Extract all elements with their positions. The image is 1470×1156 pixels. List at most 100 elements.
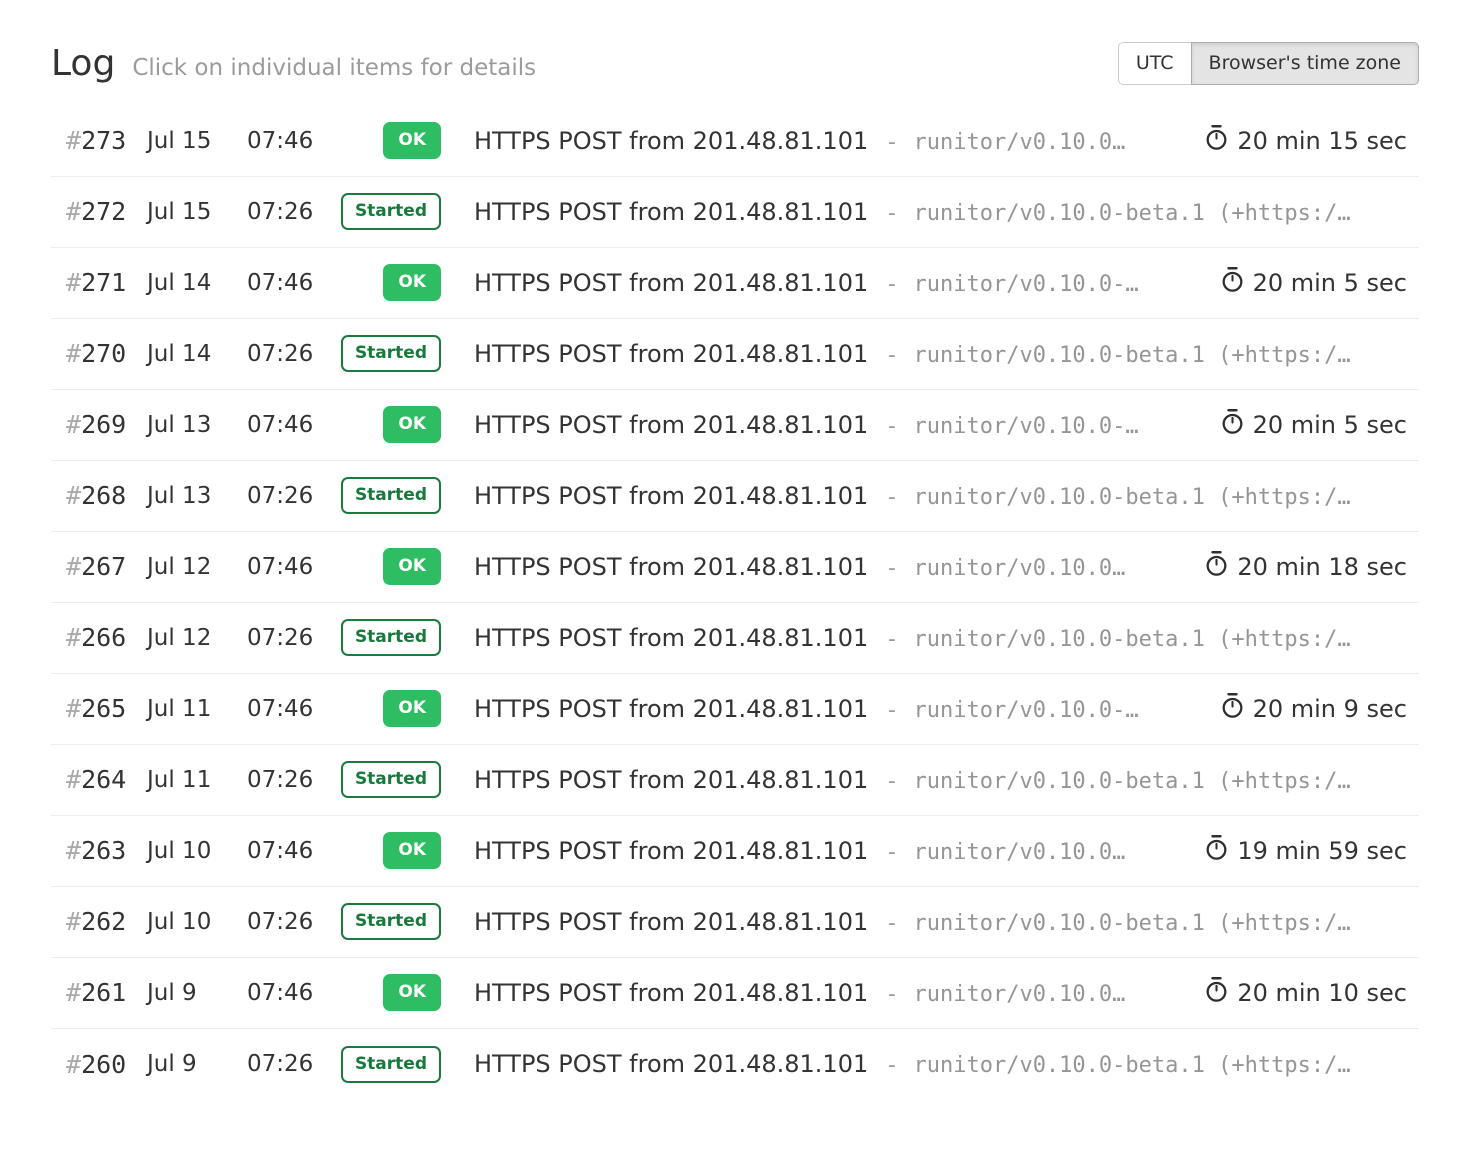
stopwatch-icon <box>1204 550 1229 583</box>
entry-time: 07:26 <box>247 1051 331 1077</box>
log-row[interactable]: #263 Jul 10 07:46 OK HTTPS POST from 201… <box>51 816 1419 887</box>
entry-time: 07:26 <box>247 767 331 793</box>
entry-number: #264 <box>51 765 147 794</box>
description-separator: - <box>885 414 898 439</box>
entry-date: Jul 11 <box>147 696 247 722</box>
badge-cell: Started <box>331 193 441 230</box>
entry-number: #262 <box>51 907 147 936</box>
event-text: HTTPS POST from 201.48.81.101 <box>474 269 868 297</box>
entry-date: Jul 15 <box>147 199 247 225</box>
hash-prefix: # <box>66 623 81 652</box>
entry-number: #269 <box>51 410 147 439</box>
log-row[interactable]: #273 Jul 15 07:46 OK HTTPS POST from 201… <box>51 106 1419 177</box>
title-wrap: Log Click on individual items for detail… <box>51 43 536 84</box>
entry-number-value: 270 <box>81 339 126 368</box>
log-row[interactable]: #266 Jul 12 07:26 Started HTTPS POST fro… <box>51 603 1419 674</box>
log-table: #273 Jul 15 07:46 OK HTTPS POST from 201… <box>51 106 1419 1100</box>
user-agent-text: runitor/v0.10.0-… <box>913 698 1138 723</box>
event-text: HTTPS POST from 201.48.81.101 <box>474 1050 868 1078</box>
entry-number-value: 273 <box>81 126 126 155</box>
hash-prefix: # <box>66 978 81 1007</box>
log-row[interactable]: #267 Jul 12 07:46 OK HTTPS POST from 201… <box>51 532 1419 603</box>
entry-description: HTTPS POST from 201.48.81.101 - runitor/… <box>474 695 1202 723</box>
entry-description: HTTPS POST from 201.48.81.101 - runitor/… <box>474 1050 1419 1078</box>
stopwatch-icon <box>1220 692 1245 725</box>
event-text: HTTPS POST from 201.48.81.101 <box>474 482 868 510</box>
duration-text: 20 min 18 sec <box>1237 553 1407 581</box>
entry-number-value: 267 <box>81 552 126 581</box>
user-agent-text: runitor/v0.10.0-… <box>913 414 1138 439</box>
status-badge: Started <box>341 1046 441 1083</box>
log-row[interactable]: #264 Jul 11 07:26 Started HTTPS POST fro… <box>51 745 1419 816</box>
entry-number-value: 272 <box>81 197 126 226</box>
log-row[interactable]: #270 Jul 14 07:26 Started HTTPS POST fro… <box>51 319 1419 390</box>
event-text: HTTPS POST from 201.48.81.101 <box>474 624 868 652</box>
status-badge: Started <box>341 335 441 372</box>
log-row[interactable]: #272 Jul 15 07:26 Started HTTPS POST fro… <box>51 177 1419 248</box>
entry-number-value: 266 <box>81 623 126 652</box>
entry-number-value: 260 <box>81 1050 126 1079</box>
page-subtitle: Click on individual items for details <box>132 55 536 81</box>
log-row[interactable]: #268 Jul 13 07:26 Started HTTPS POST fro… <box>51 461 1419 532</box>
log-row[interactable]: #269 Jul 13 07:46 OK HTTPS POST from 201… <box>51 390 1419 461</box>
entry-number: #263 <box>51 836 147 865</box>
user-agent-text: runitor/v0.10.0… <box>913 130 1125 155</box>
badge-cell: Started <box>331 761 441 798</box>
hash-prefix: # <box>66 481 81 510</box>
entry-number: #265 <box>51 694 147 723</box>
hash-prefix: # <box>66 907 81 936</box>
hash-prefix: # <box>66 268 81 297</box>
log-row[interactable]: #262 Jul 10 07:26 Started HTTPS POST fro… <box>51 887 1419 958</box>
browser-timezone-button[interactable]: Browser's time zone <box>1191 42 1419 85</box>
hash-prefix: # <box>66 339 81 368</box>
status-badge: OK <box>383 122 441 159</box>
description-separator: - <box>885 272 898 297</box>
badge-cell: Started <box>331 903 441 940</box>
utc-button[interactable]: UTC <box>1118 42 1192 85</box>
entry-description: HTTPS POST from 201.48.81.101 - runitor/… <box>474 127 1186 155</box>
log-row[interactable]: #271 Jul 14 07:46 OK HTTPS POST from 201… <box>51 248 1419 319</box>
entry-description: HTTPS POST from 201.48.81.101 - runitor/… <box>474 340 1419 368</box>
log-row[interactable]: #261 Jul 9 07:46 OK HTTPS POST from 201.… <box>51 958 1419 1029</box>
entry-number-value: 269 <box>81 410 126 439</box>
entry-number: #267 <box>51 552 147 581</box>
entry-date: Jul 10 <box>147 909 247 935</box>
user-agent-text: runitor/v0.10.0-beta.1 (+https:/… <box>913 769 1350 794</box>
event-text: HTTPS POST from 201.48.81.101 <box>474 127 868 155</box>
entry-time: 07:46 <box>247 838 331 864</box>
badge-cell: OK <box>331 548 441 585</box>
entry-number: #260 <box>51 1050 147 1079</box>
description-separator: - <box>885 982 898 1007</box>
badge-cell: Started <box>331 1046 441 1083</box>
entry-date: Jul 14 <box>147 341 247 367</box>
hash-prefix: # <box>66 694 81 723</box>
entry-number-value: 265 <box>81 694 126 723</box>
log-row[interactable]: #260 Jul 9 07:26 Started HTTPS POST from… <box>51 1029 1419 1100</box>
entry-description: HTTPS POST from 201.48.81.101 - runitor/… <box>474 837 1186 865</box>
stopwatch-icon <box>1220 408 1245 441</box>
badge-cell: Started <box>331 477 441 514</box>
entry-description: HTTPS POST from 201.48.81.101 - runitor/… <box>474 198 1419 226</box>
entry-time: 07:26 <box>247 483 331 509</box>
log-row[interactable]: #265 Jul 11 07:46 OK HTTPS POST from 201… <box>51 674 1419 745</box>
entry-number-value: 268 <box>81 481 126 510</box>
entry-number-value: 261 <box>81 978 126 1007</box>
event-text: HTTPS POST from 201.48.81.101 <box>474 411 868 439</box>
stopwatch-icon <box>1204 834 1229 867</box>
badge-cell: Started <box>331 619 441 656</box>
entry-description: HTTPS POST from 201.48.81.101 - runitor/… <box>474 766 1419 794</box>
entry-time: 07:46 <box>247 980 331 1006</box>
entry-time: 07:46 <box>247 554 331 580</box>
duration-text: 20 min 5 sec <box>1253 269 1407 297</box>
hash-prefix: # <box>66 836 81 865</box>
badge-cell: OK <box>331 974 441 1011</box>
status-badge: OK <box>383 264 441 301</box>
hash-prefix: # <box>66 197 81 226</box>
event-text: HTTPS POST from 201.48.81.101 <box>474 908 868 936</box>
description-separator: - <box>885 1053 898 1078</box>
badge-cell: Started <box>331 335 441 372</box>
entry-time: 07:46 <box>247 696 331 722</box>
duration: 20 min 5 sec <box>1202 408 1419 441</box>
badge-cell: OK <box>331 690 441 727</box>
entry-description: HTTPS POST from 201.48.81.101 - runitor/… <box>474 908 1419 936</box>
